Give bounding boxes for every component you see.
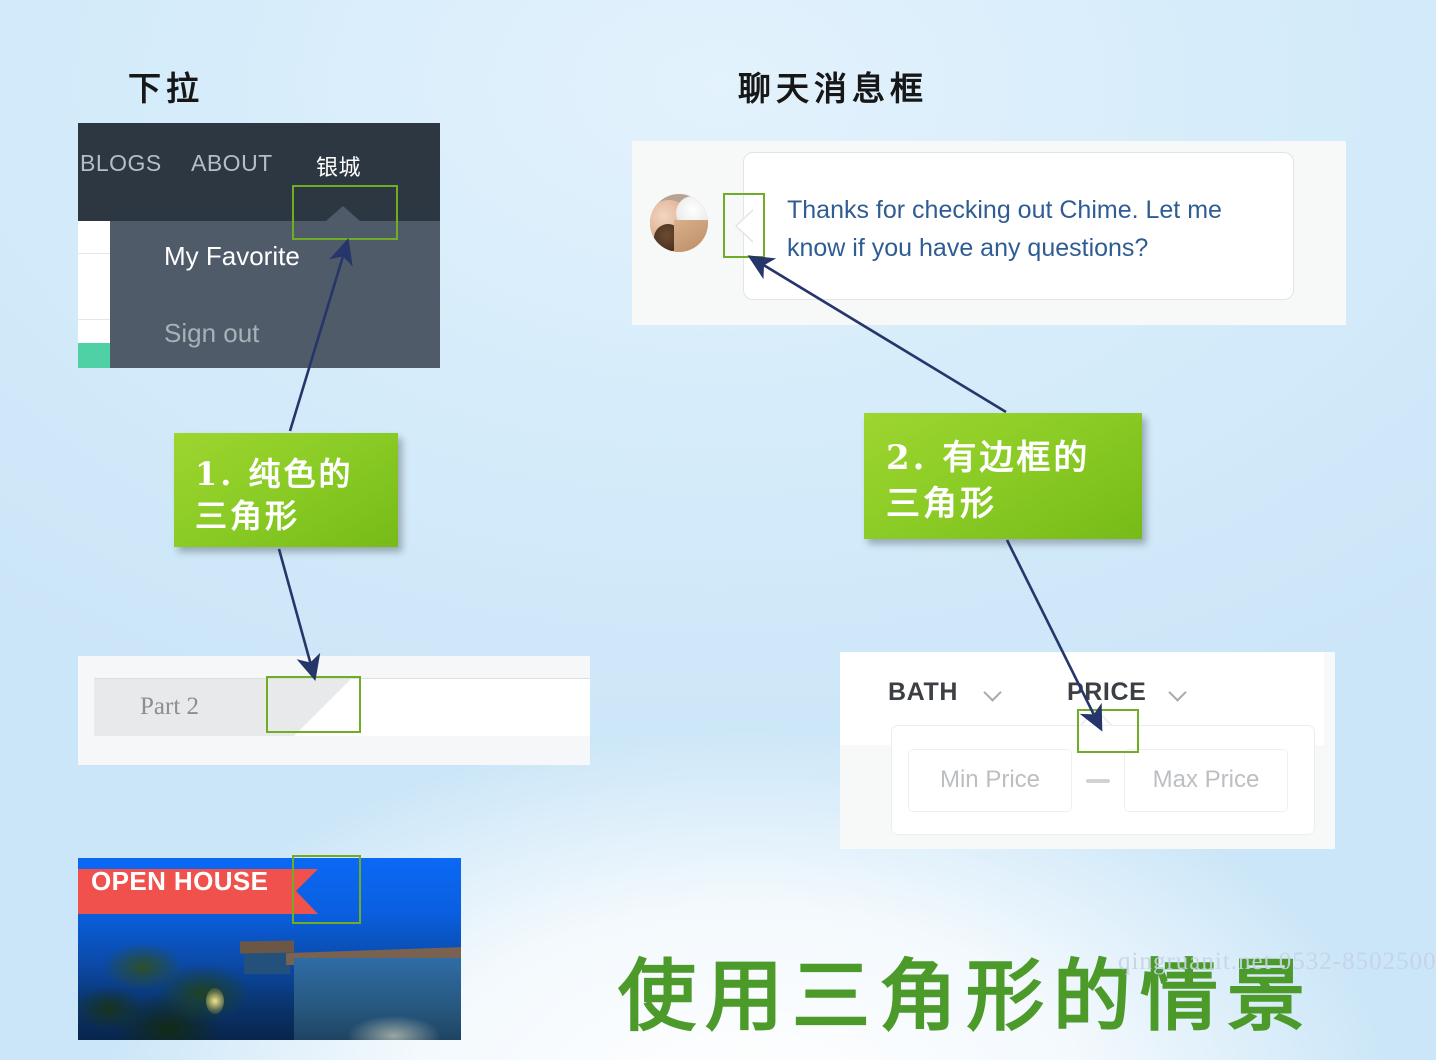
open-house-card: OPEN HOUSE <box>78 858 461 1040</box>
avatar-shoulder <box>674 220 708 252</box>
callout-1-line-1: 1. 纯色的 <box>195 455 354 493</box>
chevron-down-icon[interactable] <box>1170 686 1187 696</box>
menu-item-my-favorite[interactable]: My Favorite <box>164 241 300 272</box>
max-price-placeholder: Max Price <box>1152 766 1260 793</box>
chat-bubble: Thanks for checking out Chime. Let me kn… <box>743 152 1294 300</box>
callout-2-line-2: 三角形 <box>886 484 997 524</box>
highlight-box-price-caret <box>1077 709 1139 753</box>
house-lamp-glow <box>206 988 224 1014</box>
slide-canvas: 下拉 聊天消息框 BLOGS ABOUT 银城 My Favorite Sign… <box>0 0 1436 1060</box>
callout-2-line-1: 2. 有边框的 <box>886 438 1091 478</box>
min-price-placeholder: Min Price <box>939 766 1041 793</box>
tab-part-2-label: Part 2 <box>140 693 200 720</box>
range-separator <box>1086 779 1110 783</box>
caption-dropdown: 下拉 <box>128 69 204 108</box>
watermark: qingruanit.net 0532-85025005 <box>1118 948 1436 975</box>
avatar <box>650 194 708 252</box>
chat-message-text: Thanks for checking out Chime. Let me kn… <box>787 196 1222 262</box>
chevron-down-icon[interactable] <box>985 686 1002 696</box>
nav-link-user[interactable]: 银城 <box>316 150 361 182</box>
callout-1-line-2: 三角形 <box>195 497 301 535</box>
max-price-input[interactable]: Max Price <box>1124 749 1288 812</box>
nav-link-about[interactable]: ABOUT <box>191 150 273 177</box>
dropdown-menu: My Favorite Sign out <box>110 221 440 368</box>
highlight-box-part-corner <box>266 676 361 733</box>
min-price-input[interactable]: Min Price <box>908 749 1072 812</box>
highlight-box-nav-caret <box>292 185 398 240</box>
callout-bordered-triangle: 2. 有边框的 三角形 <box>864 413 1142 539</box>
filter-bath-label[interactable]: BATH <box>888 678 958 707</box>
peek-teal-accent <box>78 343 110 368</box>
highlight-box-ribbon-notch <box>292 855 361 924</box>
navbar-screenshot: BLOGS ABOUT 银城 My Favorite Sign out <box>78 123 440 368</box>
page-content-peek <box>78 221 110 368</box>
menu-item-sign-out[interactable]: Sign out <box>164 318 259 349</box>
caption-chat-message-box: 聊天消息框 <box>738 69 928 108</box>
peek-divider <box>78 253 110 254</box>
filter-price-label[interactable]: PRICE <box>1067 678 1146 707</box>
peek-divider <box>78 319 110 320</box>
nav-link-blogs[interactable]: BLOGS <box>80 150 162 177</box>
open-house-ribbon-label: OPEN HOUSE <box>91 866 269 896</box>
callout-solid-triangle: 1. 纯色的 三角形 <box>174 433 398 547</box>
highlight-box-bubble-tail <box>723 193 765 258</box>
house-photo-tree <box>78 936 280 1040</box>
